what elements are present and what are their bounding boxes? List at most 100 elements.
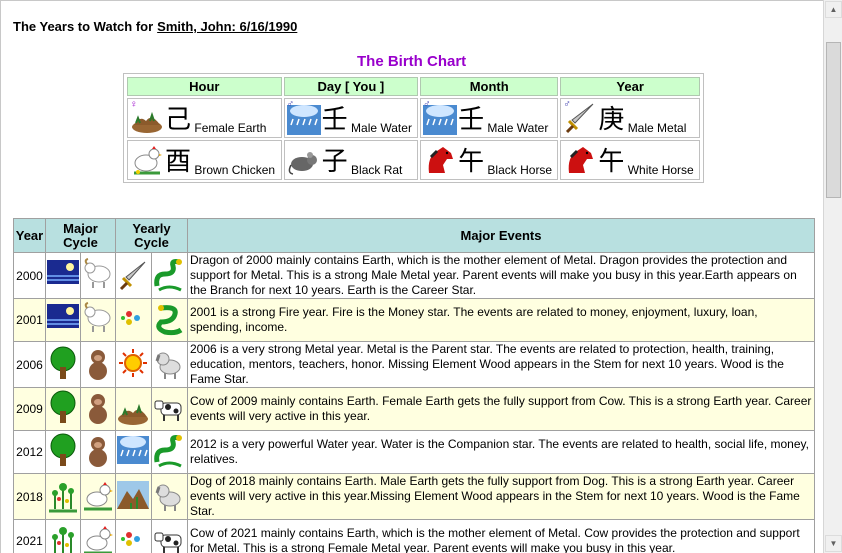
tree-icon <box>47 345 79 385</box>
dog-icon <box>153 345 185 385</box>
gems-metal-icon <box>117 300 149 340</box>
cycle-icon-cell <box>45 430 81 474</box>
col-month: Month <box>420 77 559 96</box>
horse-icon <box>563 143 597 177</box>
event-description: Dragon of 2000 mainly contains Earth, wh… <box>187 252 815 299</box>
page-content: The Years to Watch for Smith, John: 6/16/… <box>0 0 823 553</box>
stem-cell: ♀ 己 Female Earth <box>127 98 282 138</box>
cycle-icon-cell <box>80 387 116 431</box>
dragon-icon <box>153 256 185 296</box>
event-year: 2012 <box>13 430 46 474</box>
branch-label: White Horse <box>627 163 694 177</box>
branch-cell: 酉 Brown Chicken <box>127 140 282 180</box>
stem-label: Male Water <box>487 121 549 135</box>
stem-cell: ♂ 壬 Male Water <box>420 98 559 138</box>
cycle-icon-cell <box>45 473 81 520</box>
rat-icon <box>287 143 321 177</box>
branch-cell: 午 White Horse <box>560 140 700 180</box>
col-hour: Hour <box>127 77 282 96</box>
major-events-table: Year Major Cycle Yearly Cycle Major Even… <box>13 218 815 553</box>
cycle-icon-cell <box>151 298 188 342</box>
stem-label: Male Water <box>351 121 412 135</box>
sun-fire-icon <box>117 345 149 385</box>
branch-cell: 午 Black Horse <box>420 140 559 180</box>
cycle-icon-cell <box>80 430 116 474</box>
horse-icon <box>423 143 457 177</box>
birth-chart: Hour Day [ You ] Month Year ♀ 己 Female Ea… <box>123 73 704 183</box>
cycle-icon-cell <box>151 430 188 474</box>
person-link[interactable]: Smith, John: 6/16/1990 <box>157 19 297 34</box>
cycle-icon-cell <box>80 252 116 299</box>
event-description: 2001 is a strong Fire year. Fire is the … <box>187 298 815 342</box>
flower-wood-icon <box>47 521 79 553</box>
vertical-scrollbar[interactable]: ▲ ▼ <box>823 0 842 553</box>
sword-metal-icon: ♂ <box>563 99 597 135</box>
event-row: 2006 2006 is a very strong Metal year. Me… <box>13 341 815 388</box>
cycle-icon-cell <box>151 519 188 553</box>
branch-label: Black Horse <box>487 163 553 177</box>
event-year: 2001 <box>13 298 46 342</box>
cycle-icon-cell <box>45 387 81 431</box>
event-row: 2009 Cow of 2009 mainly contains Earth. F… <box>13 387 815 431</box>
cycle-icon-cell <box>151 387 188 431</box>
dragon-icon <box>153 432 185 472</box>
event-description: Cow of 2009 mainly contains Earth. Femal… <box>187 387 815 431</box>
cycle-icon-cell <box>151 341 188 388</box>
header-label: The Years to Watch for <box>13 19 154 34</box>
event-row: 2001 2001 is a strong Fire year. Fire is … <box>13 298 815 342</box>
gems-metal-icon <box>117 521 149 553</box>
branch-label: Black Rat <box>351 163 403 177</box>
event-year: 2021 <box>13 519 46 553</box>
col-year: Year <box>13 218 46 253</box>
stem-label: Male Metal <box>627 121 687 135</box>
event-year: 2006 <box>13 341 46 388</box>
tree-icon <box>47 389 79 429</box>
cycle-icon-cell <box>115 252 152 299</box>
cow-icon <box>153 521 185 553</box>
cycle-icon-cell <box>80 519 116 553</box>
event-row: 2021 Cow of 2021 mainly contains Earth, w… <box>13 519 815 553</box>
scroll-up-button[interactable]: ▲ <box>825 1 842 18</box>
col-yearly-cycle: Yearly Cycle <box>115 218 188 253</box>
birth-chart-title: The Birth Chart <box>357 53 467 70</box>
monkey-icon <box>82 389 114 429</box>
scroll-down-button[interactable]: ▼ <box>825 535 842 552</box>
stem-cell: ♂ 庚 Male Metal <box>560 98 700 138</box>
event-year: 2018 <box>13 473 46 520</box>
cycle-icon-cell <box>45 341 81 388</box>
mountain-earth-icon <box>117 477 149 517</box>
monkey-icon <box>82 432 114 472</box>
chicken-icon <box>82 521 114 553</box>
cycle-icon-cell <box>45 519 81 553</box>
col-major-cycle: Major Cycle <box>45 218 116 253</box>
page-header: The Years to Watch for Smith, John: 6/16/… <box>13 19 297 34</box>
col-year: Year <box>560 77 700 96</box>
branch-cell: 子 Black Rat <box>283 140 419 180</box>
event-year: 2009 <box>13 387 46 431</box>
cycle-icon-cell <box>115 519 152 553</box>
earth-icon <box>117 389 149 429</box>
col-major-events: Major Events <box>187 218 815 253</box>
chicken-icon <box>130 143 164 177</box>
event-description: 2012 is a very powerful Water year. Wate… <box>187 430 815 474</box>
tree-icon <box>47 432 79 472</box>
event-year: 2000 <box>13 252 46 299</box>
scroll-thumb[interactable] <box>826 42 841 198</box>
event-description: 2006 is a very strong Metal year. Metal … <box>187 341 815 388</box>
sword-metal-icon <box>117 256 149 296</box>
cycle-icon-cell <box>151 252 188 299</box>
cycle-icon-cell <box>80 341 116 388</box>
monkey-icon <box>82 345 114 385</box>
cycle-icon-cell <box>151 473 188 520</box>
chicken-icon <box>82 477 114 517</box>
cycle-icon-cell <box>45 298 81 342</box>
event-description: Cow of 2021 mainly contains Earth, which… <box>187 519 815 553</box>
goat-icon <box>82 300 114 340</box>
rain-water-icon: ♂ <box>286 99 321 135</box>
earth-icon: ♀ <box>130 99 164 135</box>
stem-cell: ♂ 壬 Male Water <box>283 98 419 138</box>
cycle-icon-cell <box>80 473 116 520</box>
rain-water-icon <box>117 432 149 472</box>
event-row: 2012 2012 is a very powerful Water year. … <box>13 430 815 474</box>
cycle-icon-cell <box>115 341 152 388</box>
